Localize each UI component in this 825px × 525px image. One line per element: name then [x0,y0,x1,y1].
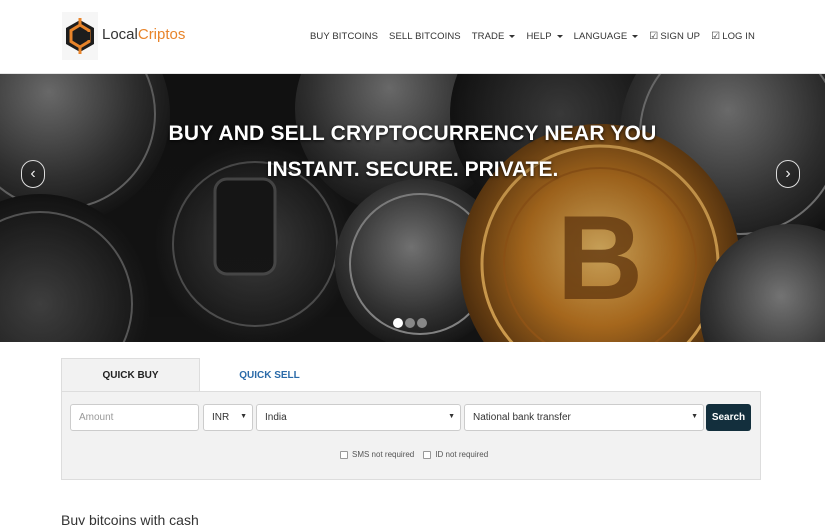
nav-item-sell-bitcoins[interactable]: SELL BITCOINS [389,31,461,42]
nav-item-trade[interactable]: TRADE [472,31,516,42]
currency-value: INR [212,412,230,423]
nav-label: LOG IN [722,31,755,42]
carousel-dot-3[interactable] [417,318,427,328]
localcriptos-logo-icon [62,12,98,60]
nav-label: SIGN UP [660,31,701,42]
sms-not-required-checkbox[interactable] [340,450,348,459]
brand-name: LocalCriptos [102,26,186,43]
checkbox-icon: ☑ [711,30,721,42]
id-not-required-option[interactable]: ID not required [423,450,488,459]
nav-item-language[interactable]: LANGUAGE [574,31,639,42]
payment-method-select[interactable]: National bank transfer ▼ [464,404,704,431]
caret-down-icon [556,35,563,38]
nav-label: HELP [526,31,552,42]
hero-background-image: B [0,74,825,342]
country-select[interactable]: India ▼ [256,404,461,431]
country-value: India [265,412,287,423]
amount-input[interactable] [79,412,198,423]
caret-down-icon [632,35,639,38]
nav-label: BUY BITCOINS [309,31,379,42]
section-title: Buy bitcoins with cash [61,512,199,525]
sms-not-required-label: SMS not required [352,450,415,459]
nav-item-sign-up[interactable]: ☑ SIGN UP [649,31,700,42]
dropdown-arrow-icon: ▼ [240,413,247,420]
search-button[interactable]: Search [706,404,751,431]
sms-not-required-option[interactable]: SMS not required [340,450,414,459]
chevron-left-icon: ‹ [30,165,36,182]
caret-down-icon [509,35,516,38]
quick-tabs: QUICK BUY QUICK SELL [61,358,339,392]
tab-quick-sell[interactable]: QUICK SELL [200,358,339,392]
hero-carousel: B BUY AND SELL CRYPTOCURRENCY NEAR YOU I… [0,74,825,342]
id-not-required-checkbox[interactable] [423,450,432,459]
chevron-right-icon: › [785,165,791,182]
carousel-prev-button[interactable]: ‹ [21,160,45,188]
main-nav: BUY BITCOINS SELL BITCOINS TRADE HELP LANGUA… [310,31,755,42]
nav-item-buy-bitcoins[interactable]: BUY BITCOINS [310,31,378,42]
nav-item-log-in[interactable]: ☑ LOG IN [711,31,755,42]
payment-method-value: National bank transfer [473,412,571,423]
nav-label: SELL BITCOINS [389,31,461,42]
logo[interactable]: LocalCriptos [62,8,185,64]
carousel-dot-1[interactable] [393,318,403,328]
carousel-next-button[interactable]: › [776,160,800,188]
site-header: LocalCriptos BUY BITCOINS SELL BITCOINS TR… [0,0,825,74]
carousel-indicators [393,318,427,328]
id-not-required-label: ID not required [435,450,489,459]
amount-field[interactable] [70,404,199,431]
filter-checkboxes: SMS not required ID not required [340,450,488,459]
dropdown-arrow-icon: ▼ [691,413,698,420]
nav-label: TRADE [471,31,505,42]
checkbox-icon: ☑ [649,30,659,42]
carousel-dot-2[interactable] [405,318,415,328]
currency-select[interactable]: INR ▼ [203,404,253,431]
tab-quick-buy[interactable]: QUICK BUY [61,358,200,392]
nav-label: LANGUAGE [573,31,628,42]
hero-subtitle: INSTANT. SECURE. PRIVATE. [266,158,559,181]
nav-item-help[interactable]: HELP [526,31,563,42]
dropdown-arrow-icon: ▼ [448,413,455,420]
quick-search-panel: INR ▼ India ▼ National bank transfer ▼ S… [61,391,761,480]
hero-title: BUY AND SELL CRYPTOCURRENCY NEAR YOU [168,122,657,145]
